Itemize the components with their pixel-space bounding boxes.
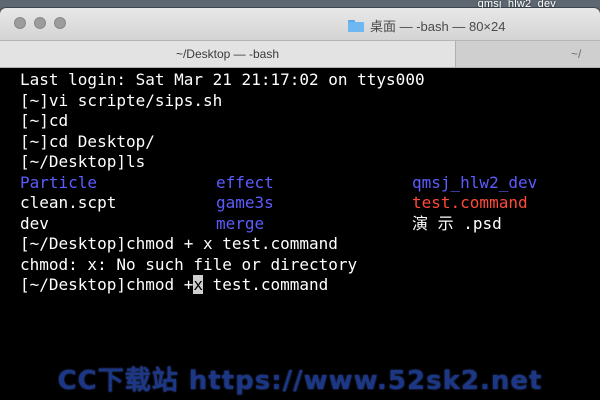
tab-bar: ~/Desktop — -bash ~/	[0, 41, 600, 68]
terminal-output[interactable]: Last login: Sat Mar 21 21:17:02 on ttys0…	[20, 70, 600, 400]
listing-item: dev	[20, 213, 49, 233]
text-cursor: x	[193, 275, 204, 294]
minimize-button[interactable]	[34, 17, 46, 29]
prompt-text: [~/Desktop]chmod +	[20, 275, 194, 294]
output-line: [~/Desktop]ls	[20, 152, 146, 171]
output-line: [~/Desktop]chmod + x test.command	[20, 234, 338, 253]
output-line: chmod: x: No such file or directory	[20, 254, 358, 274]
output-line: Last login: Sat Mar 21 21:17:02 on ttys0…	[20, 70, 425, 89]
zoom-button[interactable]	[54, 17, 66, 29]
ls-listing: Particle effect qmsj_hlw2_dev clean.scpt…	[20, 173, 600, 235]
watermark: CC下载站 https://www.52sk2.net	[57, 366, 543, 396]
listing-item: merge	[216, 213, 265, 233]
listing-item: clean.scpt	[20, 193, 117, 212]
folder-icon	[348, 19, 364, 32]
window-title: 桌面 — -bash — 80×24	[348, 16, 505, 35]
listing-item: Particle	[20, 172, 98, 192]
tab-label: ~/	[571, 47, 582, 61]
listing-item: effect	[216, 172, 274, 192]
listing-item: test.command	[412, 193, 528, 212]
tab-desktop-bash[interactable]: ~/Desktop — -bash	[0, 41, 456, 67]
listing-item: 演 示 .psd	[412, 213, 502, 233]
tab-label: ~/Desktop — -bash	[175, 47, 280, 61]
output-line: [~]cd	[20, 111, 69, 130]
tab-second[interactable]: ~/	[457, 41, 600, 67]
output-line: [~]vi scripte/sips.sh	[20, 90, 223, 110]
title-bar[interactable]: 桌面 — -bash — 80×24	[0, 8, 600, 41]
command-prompt-line[interactable]: [~/Desktop]chmod +x test.command	[20, 275, 600, 296]
window-title-text: 桌面 — -bash — 80×24	[370, 19, 506, 34]
output-line: [~]cd Desktop/	[20, 131, 155, 151]
close-button[interactable]	[14, 17, 26, 29]
listing-item: qmsj_hlw2_dev	[412, 172, 538, 192]
window-controls	[14, 17, 66, 29]
prompt-text-after: test.command	[203, 275, 329, 294]
listing-item: game3s	[216, 193, 274, 212]
terminal-window: 桌面 — -bash — 80×24 ~/Desktop — -bash ~/ …	[0, 8, 600, 400]
